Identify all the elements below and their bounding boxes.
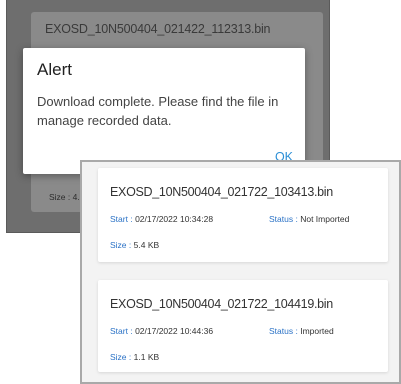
- size-label: Size :: [110, 240, 132, 250]
- size-value: 5.4 KB: [133, 240, 160, 250]
- file-name: EXOSD_10N500404_021422_112313.bin: [45, 22, 271, 36]
- start-value: 02/17/2022 10:34:28: [135, 214, 214, 224]
- status-label: Status :: [269, 214, 298, 224]
- alert-dialog: Alert Download complete. Please find the…: [23, 48, 305, 174]
- status-field: Status : Not Imported: [269, 214, 349, 224]
- status-value: Imported: [300, 326, 334, 336]
- size-value: 1.1 KB: [133, 352, 160, 362]
- start-label: Start :: [110, 214, 133, 224]
- front-screenshot: EXOSD_10N500404_021722_103413.bin Start …: [80, 160, 401, 384]
- start-field: Start : 02/17/2022 10:34:28: [110, 214, 213, 224]
- size-field: Size : 5.4 KB: [110, 240, 159, 250]
- list-item[interactable]: EXOSD_10N500404_021722_103413.bin Start …: [98, 168, 388, 262]
- start-field: Start : 02/17/2022 10:44:36: [110, 326, 213, 336]
- status-field: Status : Imported: [269, 326, 334, 336]
- status-value: Not Imported: [300, 214, 350, 224]
- status-label: Status :: [269, 326, 298, 336]
- list-item[interactable]: EXOSD_10N500404_021722_104419.bin Start …: [98, 280, 388, 372]
- size-field: Size : 1.1 KB: [110, 352, 159, 362]
- alert-title: Alert: [37, 60, 72, 79]
- alert-message: Download complete. Please find the file …: [37, 94, 279, 128]
- file-name: EXOSD_10N500404_021722_104419.bin: [110, 297, 333, 311]
- file-name: EXOSD_10N500404_021722_103413.bin: [110, 185, 333, 199]
- file-size-label: Size : 4.: [49, 192, 80, 202]
- size-label: Size :: [110, 352, 132, 362]
- start-value: 02/17/2022 10:44:36: [135, 326, 214, 336]
- start-label: Start :: [110, 326, 133, 336]
